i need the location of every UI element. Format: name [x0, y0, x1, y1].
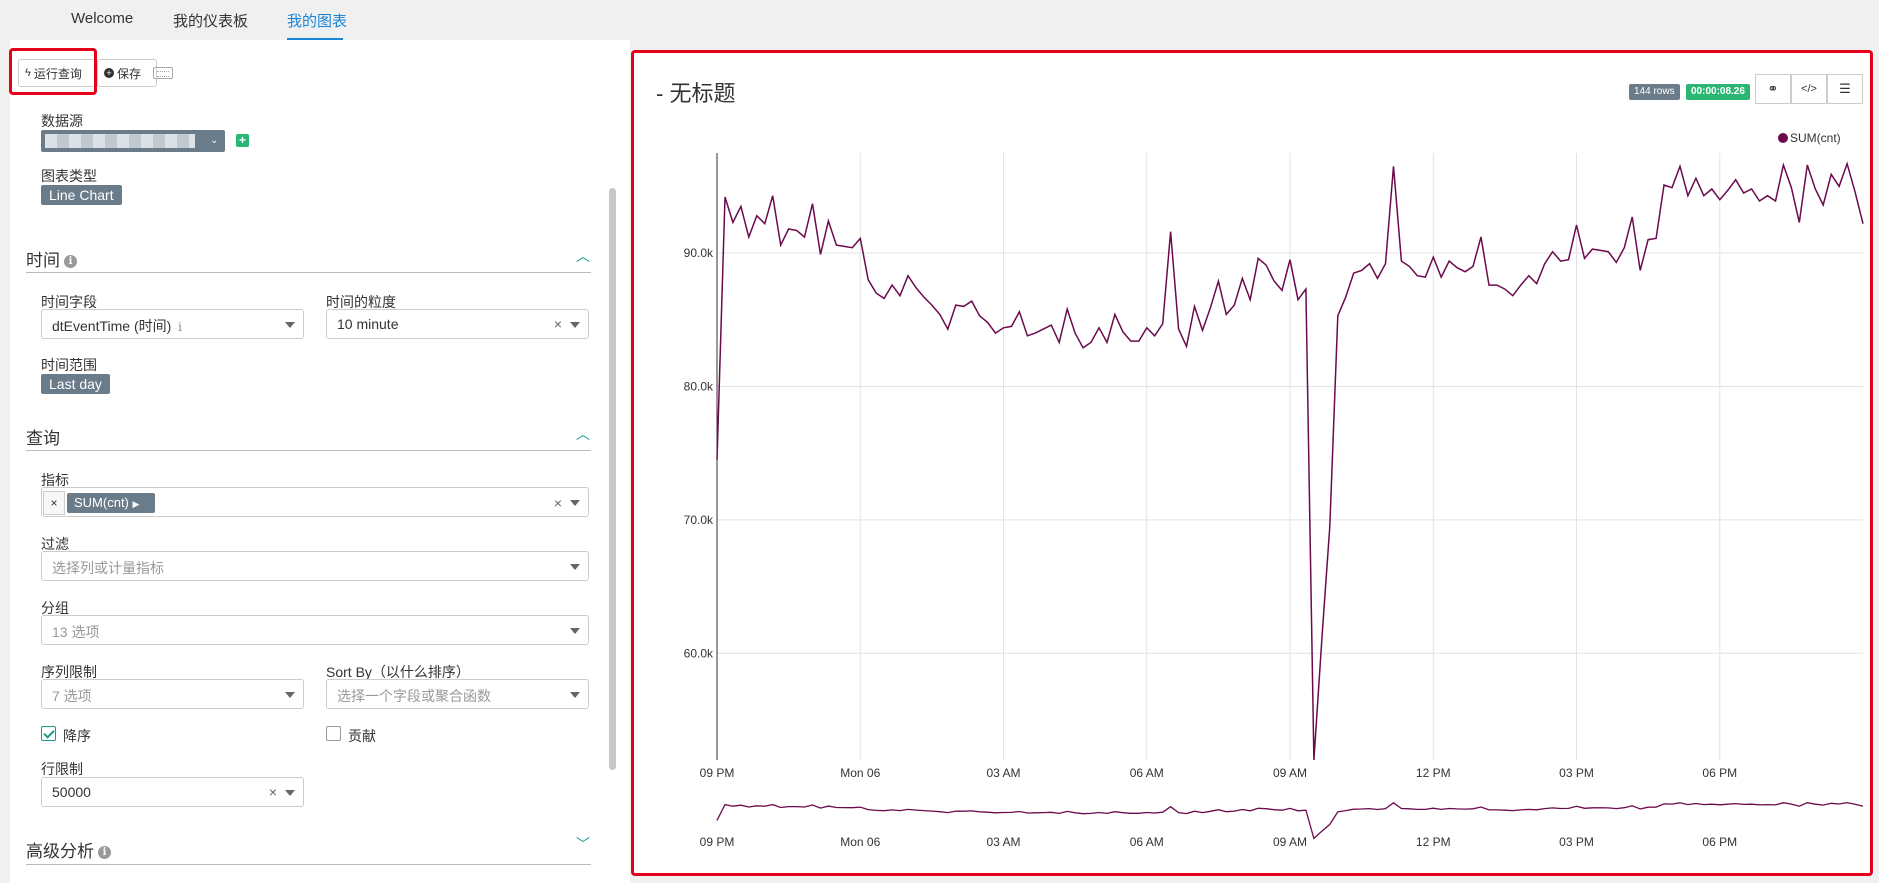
groupby-select[interactable]: 13 选项 — [41, 615, 589, 645]
time-range-select[interactable]: Last day — [41, 374, 110, 394]
caret-down-icon — [570, 628, 580, 634]
section-divider — [26, 450, 591, 451]
chart-title[interactable]: - 无标题 — [656, 76, 735, 108]
save-label: 保存 — [117, 66, 142, 81]
link-icon: ⚭ — [1767, 81, 1779, 96]
groupby-value: 13 选项 — [52, 624, 100, 640]
sortby-placeholder: 选择一个字段或聚合函数 — [337, 688, 491, 704]
embed-button[interactable]: </> — [1791, 74, 1827, 104]
chevron-up-icon[interactable]: ︿ — [576, 246, 590, 266]
caret-right-icon: ▶ — [132, 499, 140, 509]
chevron-down-icon[interactable]: ﹀ — [576, 834, 590, 854]
clear-icon[interactable]: × — [554, 316, 562, 332]
time-section-title[interactable]: 时间 i — [26, 246, 77, 271]
add-datasource-icon[interactable]: + — [236, 134, 249, 147]
save-button[interactable]: + 保存 — [97, 59, 157, 87]
panel-scrollbar[interactable] — [609, 188, 616, 770]
filter-placeholder: 选择列或计量指标 — [52, 560, 164, 576]
row-limit-select[interactable]: 50000 × — [41, 777, 304, 807]
caret-down-icon — [570, 692, 580, 698]
contribution-label: 贡献 — [348, 728, 376, 744]
caret-down-icon — [285, 692, 295, 698]
code-icon: </> — [1801, 83, 1817, 95]
contribution-checkbox[interactable] — [326, 726, 341, 741]
chart-type-label: 图表类型 — [41, 168, 97, 184]
tab-welcome[interactable]: Welcome — [71, 10, 133, 27]
datasource-label: 数据源 — [41, 113, 83, 129]
time-section-title-text: 时间 — [26, 251, 60, 270]
time-field-select[interactable]: dtEventTime (时间) i — [41, 309, 304, 339]
row-limit-label: 行限制 — [41, 761, 83, 777]
metric-tag-label: SUM(cnt) — [74, 495, 129, 510]
descending-label: 降序 — [63, 728, 91, 744]
query-section-title[interactable]: 查询 — [26, 424, 60, 449]
chart-type-select[interactable]: Line Chart — [41, 185, 122, 205]
time-range-label: 时间范围 — [41, 357, 97, 373]
granularity-value: 10 minute — [337, 316, 399, 332]
chart-highlight — [631, 50, 1873, 876]
top-nav: Welcome 我的仪表板 我的图表 — [0, 0, 1879, 40]
link-button[interactable]: ⚭ — [1755, 74, 1791, 104]
legend-swatch — [1778, 133, 1788, 143]
info-icon: i — [98, 846, 111, 860]
time-field-value: dtEventTime (时间) — [52, 318, 172, 334]
remove-metric-icon[interactable]: × — [43, 491, 65, 515]
descending-checkbox[interactable] — [41, 726, 56, 741]
query-time-badge: 00:00:08.26 — [1686, 84, 1750, 100]
advanced-section-title[interactable]: 高级分析 i — [26, 837, 111, 862]
info-small-icon: i — [178, 320, 183, 334]
chart-legend[interactable]: SUM(cnt) — [1778, 131, 1841, 145]
advanced-section-title-text: 高级分析 — [26, 842, 94, 861]
sortby-select[interactable]: 选择一个字段或聚合函数 — [326, 679, 589, 709]
datasource-select[interactable] — [41, 130, 225, 152]
filter-select[interactable]: 选择列或计量指标 — [41, 551, 589, 581]
run-query-highlight — [9, 48, 97, 95]
series-limit-value: 7 选项 — [52, 688, 92, 704]
menu-button[interactable]: ☰ — [1827, 74, 1863, 104]
caret-down-icon — [570, 564, 580, 570]
info-icon: i — [64, 255, 77, 269]
chevron-up-icon[interactable]: ︿ — [576, 424, 590, 444]
caret-down-icon — [285, 790, 295, 796]
caret-down-icon — [570, 500, 580, 506]
clear-icon[interactable]: × — [269, 784, 277, 800]
legend-label: SUM(cnt) — [1790, 131, 1841, 145]
keyboard-icon[interactable] — [153, 67, 173, 79]
datasource-redacted-value — [45, 134, 195, 148]
plus-circle-icon: + — [104, 68, 114, 78]
rows-badge: 144 rows — [1629, 84, 1680, 100]
series-limit-select[interactable]: 7 选项 — [41, 679, 304, 709]
section-divider — [26, 864, 591, 865]
metric-tag[interactable]: SUM(cnt) ▶ — [67, 493, 155, 513]
caret-down-icon — [285, 322, 295, 328]
granularity-select[interactable]: 10 minute × — [326, 309, 589, 339]
clear-icon[interactable]: × — [554, 495, 562, 511]
section-divider — [26, 272, 591, 273]
chevron-down-icon: ⌄ — [210, 135, 219, 146]
row-limit-value: 50000 — [52, 784, 91, 800]
query-panel: ϟ 运行查询 + 保存 — [10, 40, 630, 883]
hamburger-icon: ☰ — [1839, 81, 1851, 96]
tab-my-charts[interactable]: 我的图表 — [287, 10, 347, 31]
caret-down-icon — [570, 322, 580, 328]
tab-my-dashboards[interactable]: 我的仪表板 — [173, 10, 248, 31]
